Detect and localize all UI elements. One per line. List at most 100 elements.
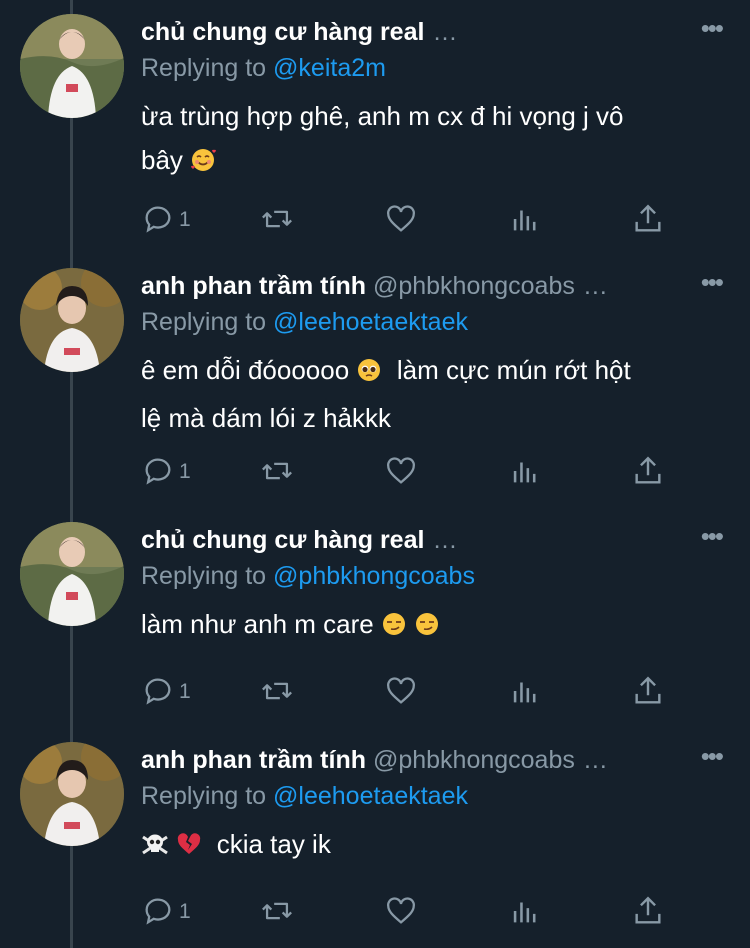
tweet-text-line: ckia tay ik (141, 822, 721, 870)
smirking-face-icon (414, 606, 440, 650)
replying-to-label: Replying to (141, 782, 267, 810)
display-name[interactable]: chủ chung cư hàng real … (141, 523, 458, 557)
reply-button[interactable]: 1 (141, 454, 191, 488)
tweet-actions: 1 (141, 674, 681, 714)
like-button[interactable] (384, 674, 418, 708)
tweet-text: ừa trùng hợp ghê, anh m cx đ hi vọng j v… (141, 94, 721, 186)
analytics-button[interactable] (508, 202, 542, 236)
analytics-button[interactable] (508, 894, 542, 928)
reply-count: 1 (179, 460, 191, 483)
name-truncation: … (582, 272, 609, 300)
tweet-actions: 1 (141, 894, 681, 934)
reply-button[interactable]: 1 (141, 894, 191, 928)
share-icon (635, 204, 661, 232)
replying-to-label: Replying to (141, 54, 267, 82)
heart-icon (387, 897, 415, 924)
share-button[interactable] (631, 454, 665, 488)
like-button[interactable] (384, 454, 418, 488)
tweet-text: ê em dỗi đóooooo làm cực mún rớt hột lệ … (141, 348, 721, 440)
heart-icon (387, 205, 415, 232)
retweet-button[interactable] (259, 674, 295, 708)
replying-to-label: Replying to (141, 308, 267, 336)
replying-to-label: Replying to (141, 562, 267, 590)
reply-count: 1 (179, 680, 191, 703)
replying-to: Replying to @keita2m (141, 51, 386, 85)
display-name[interactable]: anh phan trầm tính @phbkhongcoabs… (141, 743, 609, 777)
share-button[interactable] (631, 674, 665, 708)
display-name[interactable]: anh phan trầm tính @phbkhongcoabs… (141, 269, 609, 303)
display-name-text[interactable]: chủ chung cư hàng real (141, 526, 424, 554)
display-name[interactable]: chủ chung cư hàng real … (141, 15, 458, 49)
display-name-text[interactable]: chủ chung cư hàng real (141, 18, 424, 46)
tweet-text: ckia tay ik (141, 822, 721, 870)
mention-link[interactable]: @leehoetaektaek (273, 308, 468, 336)
reply-icon (145, 898, 171, 925)
tweet-text-fragment: làm cực mún rớt hột (396, 355, 631, 385)
more-options-button[interactable]: ••• (701, 523, 724, 549)
reply-button[interactable]: 1 (141, 674, 191, 708)
heart-icon (387, 677, 415, 704)
share-button[interactable] (631, 202, 665, 236)
broken-heart-icon (176, 826, 202, 870)
reply-count: 1 (179, 900, 191, 923)
analytics-icon (513, 902, 536, 923)
mention-link[interactable]: @phbkhongcoabs (273, 562, 475, 590)
reply-icon (145, 458, 171, 485)
replying-to: Replying to @phbkhongcoabs (141, 559, 475, 593)
tweet-text-line: bây (141, 138, 721, 186)
reply-count: 1 (179, 208, 191, 231)
like-button[interactable] (384, 202, 418, 236)
retweet-icon (262, 902, 292, 920)
analytics-icon (513, 462, 536, 483)
smirking-face-icon (381, 606, 407, 650)
tweet-thread: chủ chung cư hàng real … ••• Replying to … (0, 0, 750, 948)
share-icon (635, 456, 661, 484)
display-name-text[interactable]: anh phan trầm tính (141, 746, 366, 774)
tweet-text-line: làm như anh m care (141, 602, 721, 650)
retweet-icon (262, 682, 292, 700)
user-handle[interactable]: @phbkhongcoabs (373, 746, 575, 774)
user-handle[interactable]: @phbkhongcoabs (373, 272, 575, 300)
share-icon (635, 676, 661, 704)
name-truncation: … (432, 18, 459, 46)
avatar[interactable] (20, 742, 124, 846)
smiling-face-with-hearts-icon (190, 142, 217, 186)
retweet-button[interactable] (259, 202, 295, 236)
retweet-button[interactable] (259, 454, 295, 488)
display-name-text[interactable]: anh phan trầm tính (141, 272, 366, 300)
more-options-button[interactable]: ••• (701, 269, 724, 295)
like-button[interactable] (384, 894, 418, 928)
tweet-text: làm như anh m care (141, 602, 721, 650)
more-options-button[interactable]: ••• (701, 15, 724, 41)
replying-to: Replying to @leehoetaektaek (141, 305, 468, 339)
mention-link[interactable]: @keita2m (273, 54, 386, 82)
pleading-face-icon (356, 352, 382, 396)
skull-and-crossbones-icon (141, 826, 169, 870)
reply-icon (145, 678, 171, 705)
analytics-button[interactable] (508, 674, 542, 708)
tweet-text-fragment: ê em dỗi đóooooo (141, 355, 350, 385)
name-truncation: … (582, 746, 609, 774)
avatar[interactable] (20, 14, 124, 118)
mention-link[interactable]: @leehoetaektaek (273, 782, 468, 810)
reply-button[interactable]: 1 (141, 202, 191, 236)
avatar[interactable] (20, 522, 124, 626)
reply-icon (145, 206, 171, 233)
analytics-button[interactable] (508, 454, 542, 488)
analytics-icon (513, 682, 536, 703)
tweet-text-line: lệ mà dám lói z hảkkk (141, 403, 391, 433)
heart-icon (387, 457, 415, 484)
replying-to: Replying to @leehoetaektaek (141, 779, 468, 813)
tweet-actions: 1 (141, 454, 681, 494)
tweet-text-fragment: bây (141, 145, 183, 175)
share-icon (635, 896, 661, 924)
share-button[interactable] (631, 894, 665, 928)
avatar[interactable] (20, 268, 124, 372)
tweet-text-fragment: làm như anh m care (141, 609, 374, 639)
retweet-icon (262, 210, 292, 228)
more-options-button[interactable]: ••• (701, 743, 724, 769)
retweet-icon (262, 462, 292, 480)
name-truncation: … (432, 526, 459, 554)
retweet-button[interactable] (259, 894, 295, 928)
analytics-icon (513, 210, 536, 231)
